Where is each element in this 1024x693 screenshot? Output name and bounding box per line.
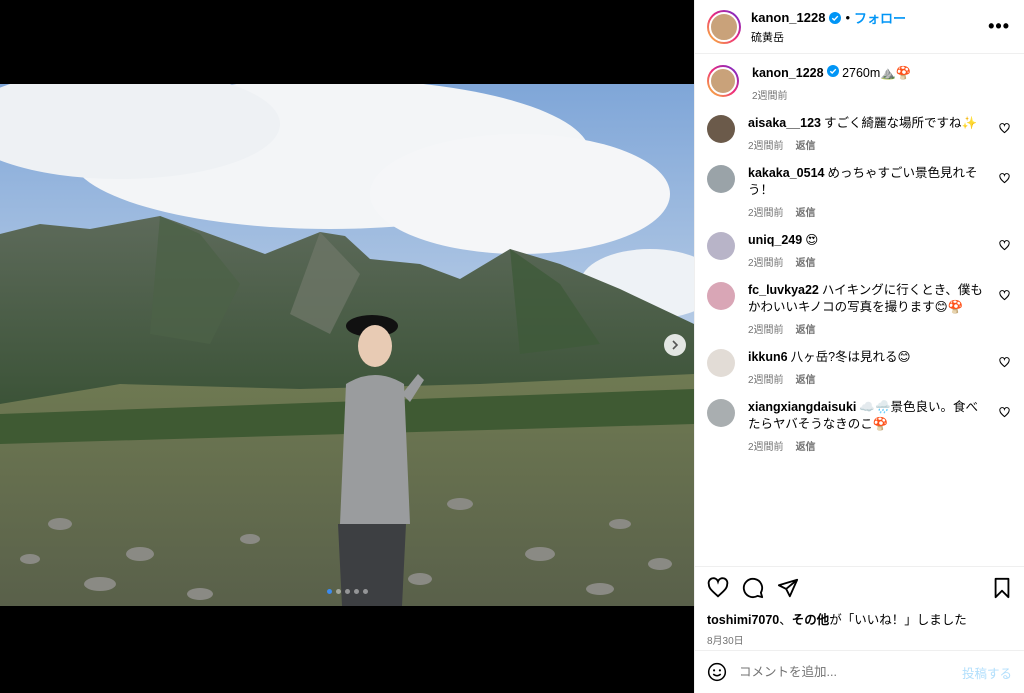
likes-suffix: が「いいね！」しました [829,613,967,627]
follow-button[interactable]: フォロー [854,8,906,27]
post-comment-button[interactable]: 投稿する [962,663,1012,682]
commenter-avatar[interactable] [707,349,735,377]
post-date[interactable]: 8月30日 [707,632,1012,647]
like-comment-heart-icon[interactable] [999,239,1010,254]
commenter-avatar[interactable] [707,165,735,193]
reply-button[interactable]: 返信 [796,371,816,386]
caption-username[interactable]: kanon_1228 [752,66,824,80]
comment-text: 八ヶ岳?冬は見れる😊 [790,350,911,364]
author-avatar[interactable] [707,9,741,44]
carousel-indicator [0,589,694,594]
comment-time[interactable]: 2週間前 [748,371,784,386]
comment-username[interactable]: fc_luvkya22 [748,283,819,297]
comment-item: uniq_249 😍 2週間前 返信 [707,232,1010,269]
liker-username[interactable]: toshimi7070 [707,613,779,627]
add-comment-input[interactable] [739,665,962,679]
mountain-photo [0,84,694,606]
caption-body: 2760m⛰️🍄 [842,66,912,80]
comment-text: すごく綺麗な場所ですね✨ [824,116,978,130]
comment-item: xiangxiangdaisuki ☁️🌧️景色良い。食べたらヤバそうなきのこ🍄 … [707,399,1010,453]
comment-text: 😍 [805,233,819,247]
post-header: kanon_1228 • フォロー 硫黄岳 ••• [695,0,1024,54]
post-photo[interactable] [0,84,694,606]
reply-button[interactable]: 返信 [796,204,816,219]
comment-username[interactable]: xiangxiangdaisuki [748,400,856,414]
author-avatar[interactable] [707,65,739,97]
like-comment-heart-icon[interactable] [999,406,1010,421]
comment-composer: 投稿する [695,650,1024,693]
like-comment-heart-icon[interactable] [999,122,1010,137]
emoji-icon[interactable] [707,662,727,682]
comment-time[interactable]: 2週間前 [748,321,784,336]
comment-time[interactable]: 2週間前 [748,254,784,269]
save-bookmark-icon[interactable] [992,577,1012,599]
commenter-avatar[interactable] [707,282,735,310]
comment-bubble-icon[interactable] [742,577,764,599]
commenter-avatar[interactable] [707,115,735,143]
comment-item: ikkun6 八ヶ岳?冬は見れる😊 2週間前 返信 [707,349,1010,386]
comment-item: fc_luvkya22 ハイキングに行くとき、僕もかわいいキノコの写真を撮ります😊… [707,282,1010,336]
like-comment-heart-icon[interactable] [999,356,1010,371]
carousel-dot [362,589,368,594]
comment-username[interactable]: uniq_249 [748,233,802,247]
comment-time[interactable]: 2週間前 [748,438,784,453]
comment-username[interactable]: kakaka_0514 [748,166,824,180]
author-username[interactable]: kanon_1228 [751,10,825,25]
more-options-button[interactable]: ••• [988,16,1010,37]
carousel-dot [326,589,332,594]
comment-time[interactable]: 2週間前 [748,204,784,219]
share-paper-plane-icon[interactable] [777,577,799,599]
post-panel: kanon_1228 • フォロー 硫黄岳 ••• kanon_1228 276… [694,0,1024,693]
like-comment-heart-icon[interactable] [999,289,1010,304]
post-media [0,0,694,693]
reply-button[interactable]: 返信 [796,438,816,453]
comment-username[interactable]: aisaka__123 [748,116,821,130]
commenter-avatar[interactable] [707,232,735,260]
comment-username[interactable]: ikkun6 [748,350,788,364]
reply-button[interactable]: 返信 [796,254,816,269]
comment-time[interactable]: 2週間前 [748,137,784,152]
carousel-dot [353,589,359,594]
caption-text: kanon_1228 2760m⛰️🍄 [752,65,990,82]
likes-summary: toshimi7070、その他が「いいね！」しました [707,609,1012,628]
verified-badge-icon [826,65,839,77]
carousel-dot [335,589,341,594]
next-photo-button[interactable] [664,334,686,356]
caption-time[interactable]: 2週間前 [752,87,788,102]
likes-separator: 、 [779,613,792,627]
verified-badge-icon [829,11,842,24]
comment-item: aisaka__123 すごく綺麗な場所ですね✨ 2週間前 返信 [707,115,1010,152]
comment-item: kakaka_0514 めっちゃすごい景色見れそう！ 2週間前 返信 [707,165,1010,219]
likes-others-link[interactable]: その他 [792,613,830,627]
commenter-avatar[interactable] [707,399,735,427]
post-caption: kanon_1228 2760m⛰️🍄 2週間前 [707,65,1010,102]
reply-button[interactable]: 返信 [796,321,816,336]
carousel-dot [344,589,350,594]
comments-list: kanon_1228 2760m⛰️🍄 2週間前 aisaka__123 すごく綺… [695,55,1024,566]
header-separator: • [845,10,850,25]
post-actions: toshimi7070、その他が「いいね！」しました 8月30日 [695,566,1024,650]
like-comment-heart-icon[interactable] [999,172,1010,187]
reply-button[interactable]: 返信 [796,137,816,152]
like-heart-icon[interactable] [707,577,729,599]
location-link[interactable]: 硫黄岳 [751,29,988,45]
chevron-right-icon [672,340,679,350]
